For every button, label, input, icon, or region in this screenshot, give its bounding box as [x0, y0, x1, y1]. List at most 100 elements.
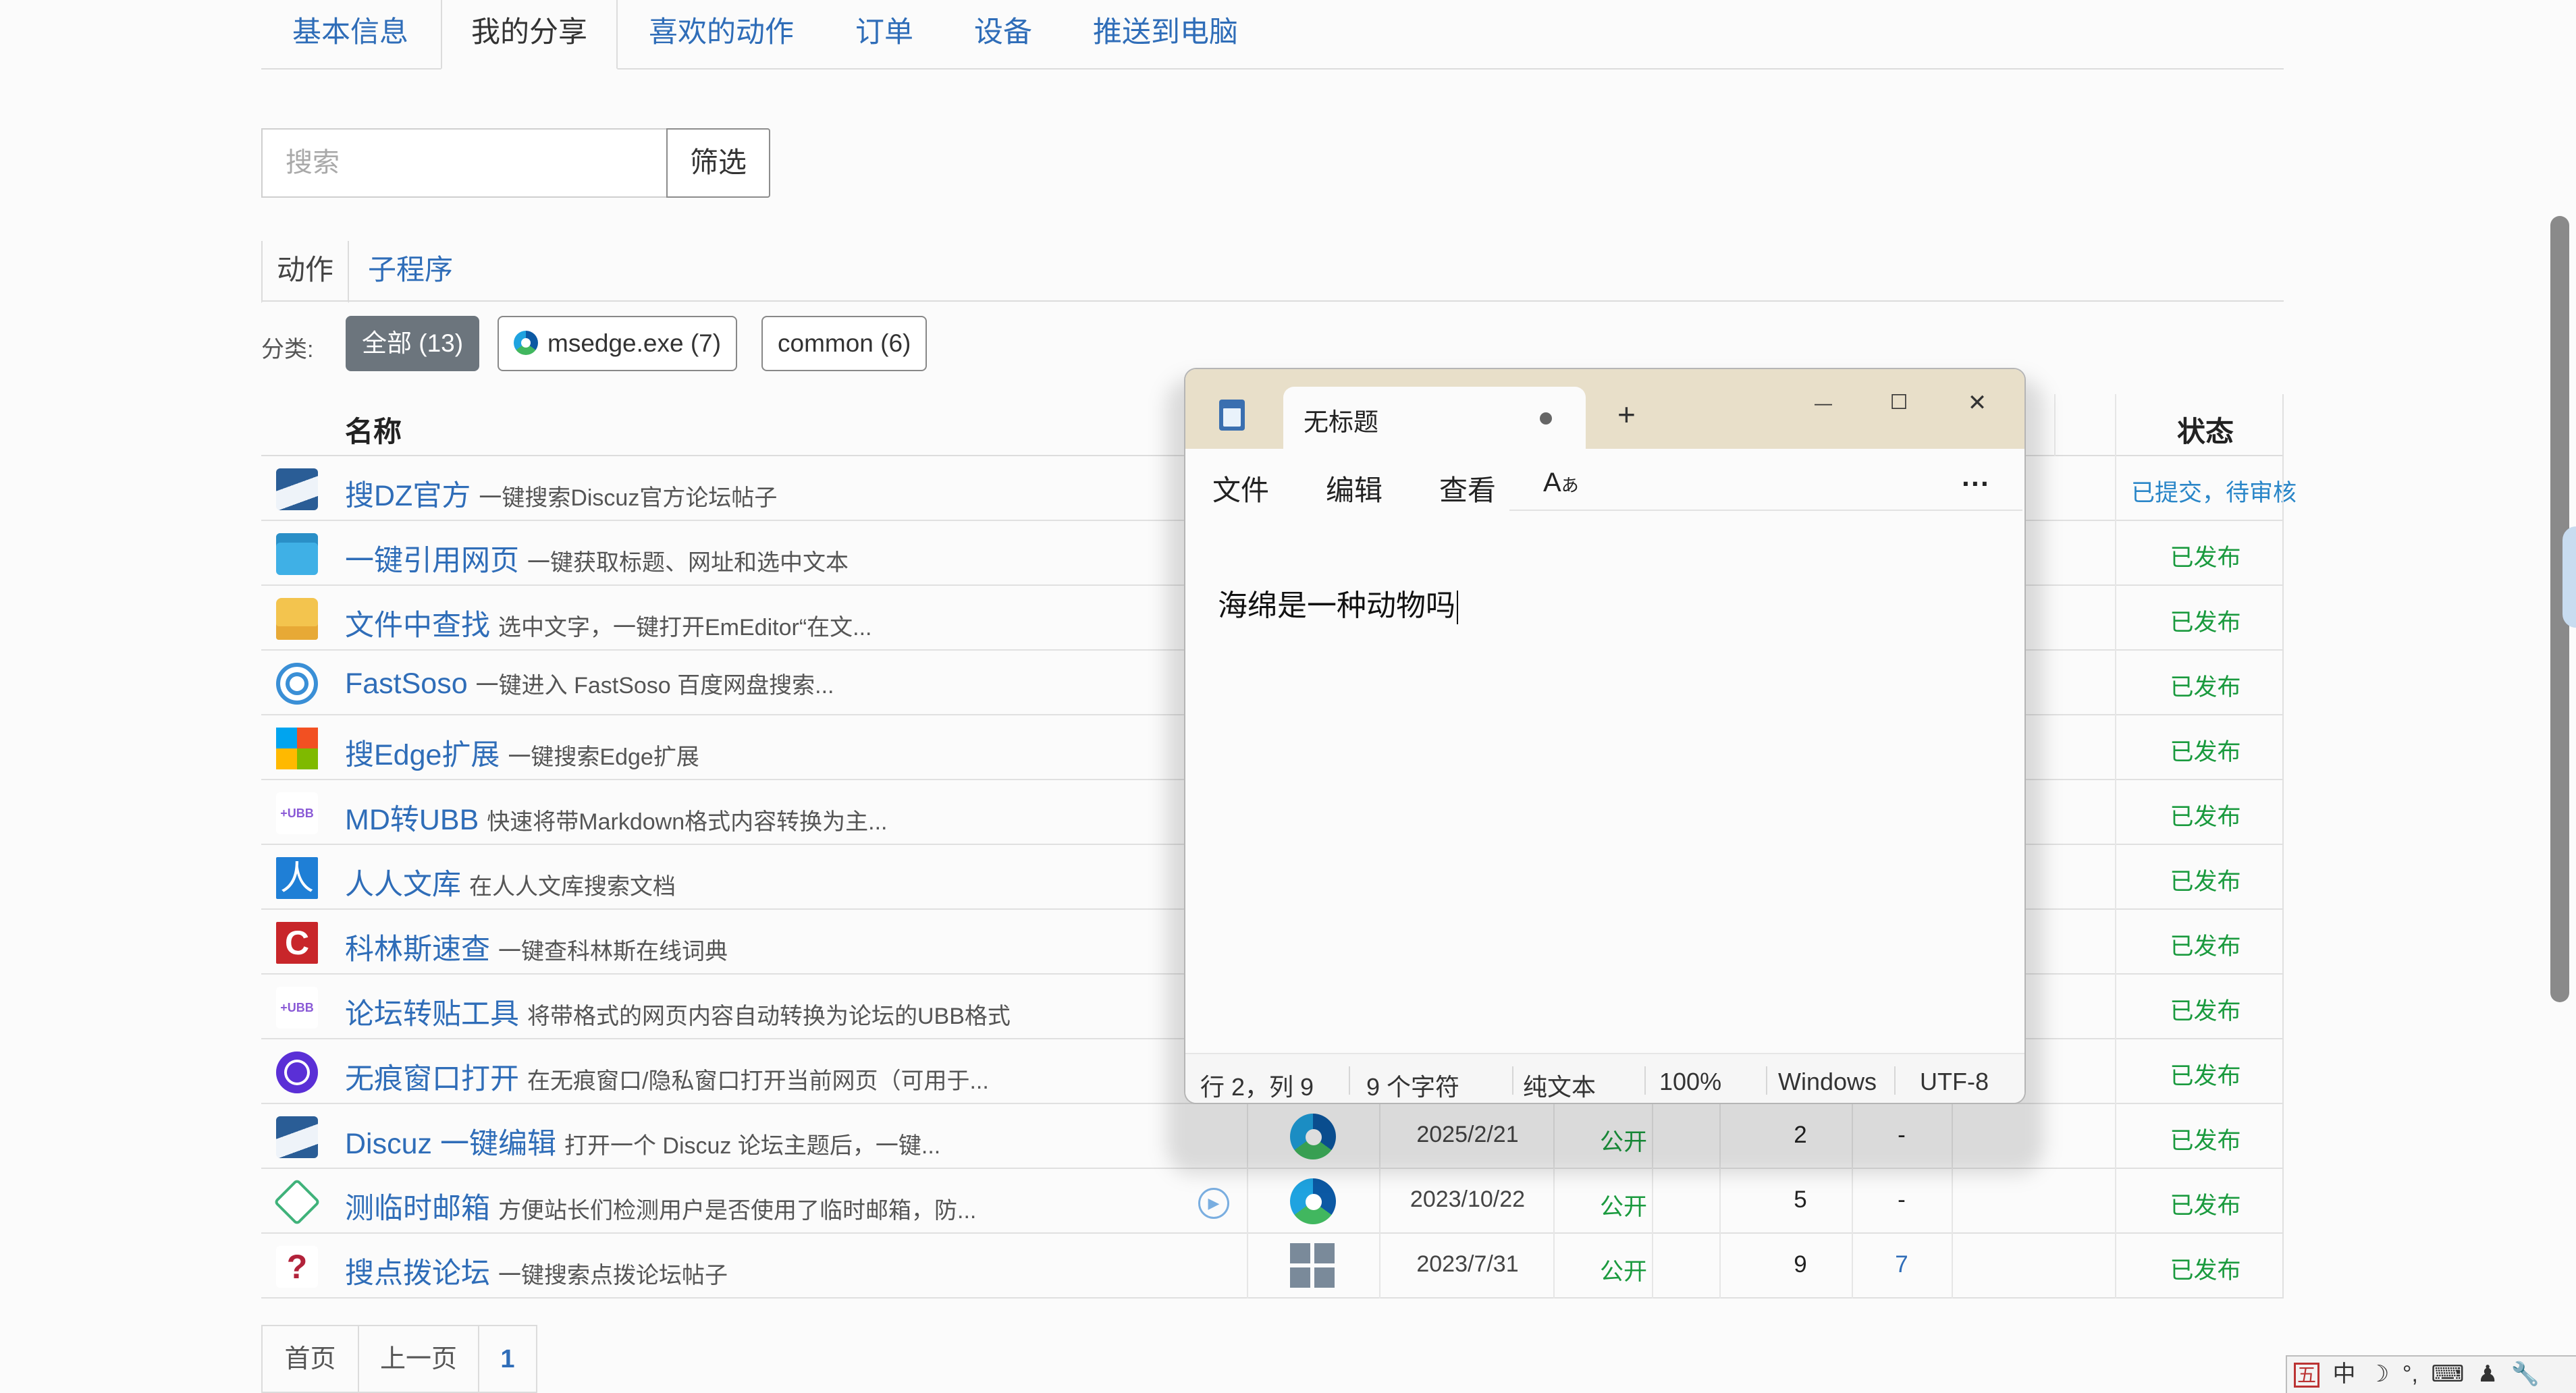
status-format: 纯文本	[1523, 1073, 1596, 1101]
dianbo-icon: ?	[276, 1246, 318, 1288]
ime-punctuation-icon[interactable]: °,	[2403, 1361, 2418, 1387]
row-description: 方便站长们检测用户是否使用了临时邮箱，防...	[498, 1198, 977, 1224]
row-description: 一键搜索Edge扩展	[508, 744, 699, 770]
menu-file[interactable]: 文件	[1212, 468, 1269, 509]
quote-icon	[276, 533, 318, 575]
row-title[interactable]: 测临时邮箱 方便站长们检测用户是否使用了临时邮箱，防...	[345, 1185, 976, 1227]
row-title[interactable]: 科林斯速查 一键查科林斯在线词典	[345, 926, 728, 968]
row-title[interactable]: 文件中查找 选中文字，一键打开EmEditor“在文...	[345, 602, 871, 644]
filter-button[interactable]: 筛选	[666, 128, 770, 198]
status-badge: 已发布	[2170, 933, 2241, 960]
keyboard-icon[interactable]: ⌨	[2431, 1361, 2464, 1387]
notepad-window[interactable]: 无标题 + — ☐ ✕ 文件 编辑 查看 Aあ ··· 海绵是一种动物吗 行 2…	[1184, 368, 2026, 1104]
row-title[interactable]: 论坛转贴工具 将带格式的网页内容自动转换为论坛的UBB格式	[345, 991, 1011, 1033]
search-input[interactable]	[261, 128, 668, 198]
pagination-prev[interactable]: 上一页	[358, 1325, 479, 1393]
notepad-editor[interactable]: 海绵是一种动物吗	[1185, 516, 2024, 1053]
row-date: 2023/10/22	[1410, 1186, 1526, 1212]
tab-orders[interactable]: 订单	[855, 0, 913, 70]
row-description: 一键搜索点拨论坛帖子	[498, 1263, 728, 1288]
ime-halfwidth-icon[interactable]: ☽	[2369, 1361, 2389, 1387]
category-label: 分类:	[261, 337, 314, 362]
row-title[interactable]: 人人文库 在人人文库搜索文档	[345, 861, 676, 903]
maximize-button[interactable]: ☐	[1869, 383, 1929, 423]
status-badge: 已发布	[2170, 674, 2241, 701]
row-title[interactable]: 无痕窗口打开 在无痕窗口/隐私窗口打开当前网页（可用于...	[345, 1056, 989, 1097]
windows-icon	[276, 728, 318, 769]
row-title[interactable]: 一键引用网页 一键获取标题、网址和选中文本	[345, 537, 849, 579]
category-chip-all[interactable]: 全部 (13)	[346, 316, 480, 371]
table-row[interactable]: ? 搜点拨论坛 一键搜索点拨论坛帖子 2023/7/31 公开 9 7 已发布	[261, 1234, 2284, 1299]
discuz-icon	[276, 468, 318, 510]
row-title[interactable]: MD转UBB 快速将带Markdown格式内容转换为主...	[345, 796, 887, 838]
minimize-button[interactable]: —	[1793, 383, 1854, 423]
row-description: 一键查科林斯在线词典	[498, 939, 728, 964]
renren-icon: 人	[276, 857, 318, 899]
sub-tab-bar: 动作 子程序	[261, 241, 2284, 303]
row-title[interactable]: Discuz 一键编辑 打开一个 Discuz 论坛主题后，一键...	[345, 1120, 940, 1162]
tab-my-shares[interactable]: 我的分享	[441, 0, 618, 70]
status-badge: 已发布	[2170, 998, 2241, 1025]
play-icon[interactable]: ▶	[1198, 1188, 1229, 1219]
pagination-page-1[interactable]: 1	[478, 1325, 537, 1393]
tab-subprograms[interactable]: 子程序	[368, 241, 453, 302]
unsaved-dot-icon[interactable]	[1540, 412, 1552, 425]
row-description: 一键进入 FastSoso 百度网盘搜索...	[475, 673, 834, 699]
row-title[interactable]: 搜DZ官方 一键搜索Discuz官方论坛帖子	[345, 472, 777, 514]
status-position: 行 2，列 9	[1200, 1073, 1314, 1101]
text-caret	[1457, 591, 1458, 625]
status-badge: 已发布	[2170, 1193, 2241, 1219]
font-icon[interactable]: Aあ	[1543, 468, 1579, 498]
ime-toolbar: 五 中 ☽ °, ⌨ ♟ 🔧	[2286, 1355, 2576, 1393]
row-title[interactable]: FastSoso 一键进入 FastSoso 百度网盘搜索...	[345, 667, 834, 701]
row-count: 9	[1794, 1251, 1807, 1278]
row-date: 2023/7/31	[1416, 1251, 1519, 1277]
row-description: 打开一个 Discuz 论坛主题后，一键...	[564, 1133, 941, 1159]
folder-search-icon	[276, 598, 318, 640]
status-badge: 已提交，待审核	[2131, 480, 2297, 506]
user-icon[interactable]: ♟	[2477, 1361, 2498, 1387]
status-badge: 已发布	[2170, 804, 2241, 830]
more-menu-button[interactable]: ···	[1962, 468, 1990, 500]
notepad-tab[interactable]: 无标题	[1283, 387, 1586, 449]
menu-view[interactable]: 查看	[1439, 468, 1496, 509]
menu-edit[interactable]: 编辑	[1326, 468, 1383, 509]
row-description: 快速将带Markdown格式内容转换为主...	[487, 809, 888, 835]
notepad-app-icon	[1219, 400, 1245, 431]
wrench-icon[interactable]: 🔧	[2511, 1361, 2540, 1387]
category-chip-common[interactable]: common (6)	[761, 316, 928, 371]
notepad-tab-title: 无标题	[1304, 408, 1378, 436]
tab-actions[interactable]: 动作	[261, 241, 349, 303]
row-description: 将带格式的网页内容自动转换为论坛的UBB格式	[527, 1004, 1011, 1029]
tab-favorite-actions[interactable]: 喜欢的动作	[649, 0, 794, 70]
tab-devices[interactable]: 设备	[974, 0, 1032, 70]
status-zoom[interactable]: 100%	[1659, 1068, 1721, 1096]
status-encoding: UTF-8	[1920, 1068, 1989, 1095]
notepad-content[interactable]: 海绵是一种动物吗	[1218, 589, 1455, 622]
row-extra-link[interactable]: 7	[1875, 1251, 1929, 1278]
grid-icon	[1290, 1243, 1335, 1288]
incognito-icon	[276, 1051, 318, 1093]
notepad-menubar: 文件 编辑 查看 Aあ ···	[1185, 449, 2024, 516]
mail-check-icon	[273, 1178, 321, 1226]
ubb-icon: +UBB	[276, 987, 318, 1029]
pagination-first[interactable]: 首页	[261, 1325, 359, 1393]
close-button[interactable]: ✕	[1947, 383, 2008, 423]
ime-chinese-toggle[interactable]: 中	[2332, 1361, 2355, 1387]
row-count: 5	[1794, 1186, 1807, 1213]
row-title[interactable]: 搜Edge扩展 一键搜索Edge扩展	[345, 732, 699, 773]
tab-basic-info[interactable]: 基本信息	[292, 0, 408, 70]
new-tab-button[interactable]: +	[1617, 396, 1636, 433]
category-chip-msedge[interactable]: msedge.exe (7)	[498, 316, 738, 371]
notepad-statusbar: 行 2，列 9 9 个字符 纯文本 100% Windows UTF-8	[1185, 1053, 2024, 1103]
notepad-titlebar[interactable]: 无标题 + — ☐ ✕	[1185, 369, 2024, 449]
row-description: 选中文字，一键打开EmEditor“在文...	[498, 615, 872, 640]
header-name: 名称	[345, 416, 402, 447]
row-title[interactable]: 搜点拨论坛 一键搜索点拨论坛帖子	[345, 1250, 728, 1292]
tab-push-to-pc[interactable]: 推送到电脑	[1093, 0, 1238, 70]
status-badge: 已发布	[2170, 1128, 2241, 1154]
top-tab-bar: 基本信息 我的分享 喜欢的动作 订单 设备 推送到电脑	[261, 0, 2284, 70]
edge-sidebar-handle[interactable]	[2562, 526, 2576, 628]
ime-wubi-icon[interactable]: 五	[2294, 1363, 2320, 1388]
table-row[interactable]: 测临时邮箱 方便站长们检测用户是否使用了临时邮箱，防... ▶ 2023/10/2…	[261, 1169, 2284, 1234]
